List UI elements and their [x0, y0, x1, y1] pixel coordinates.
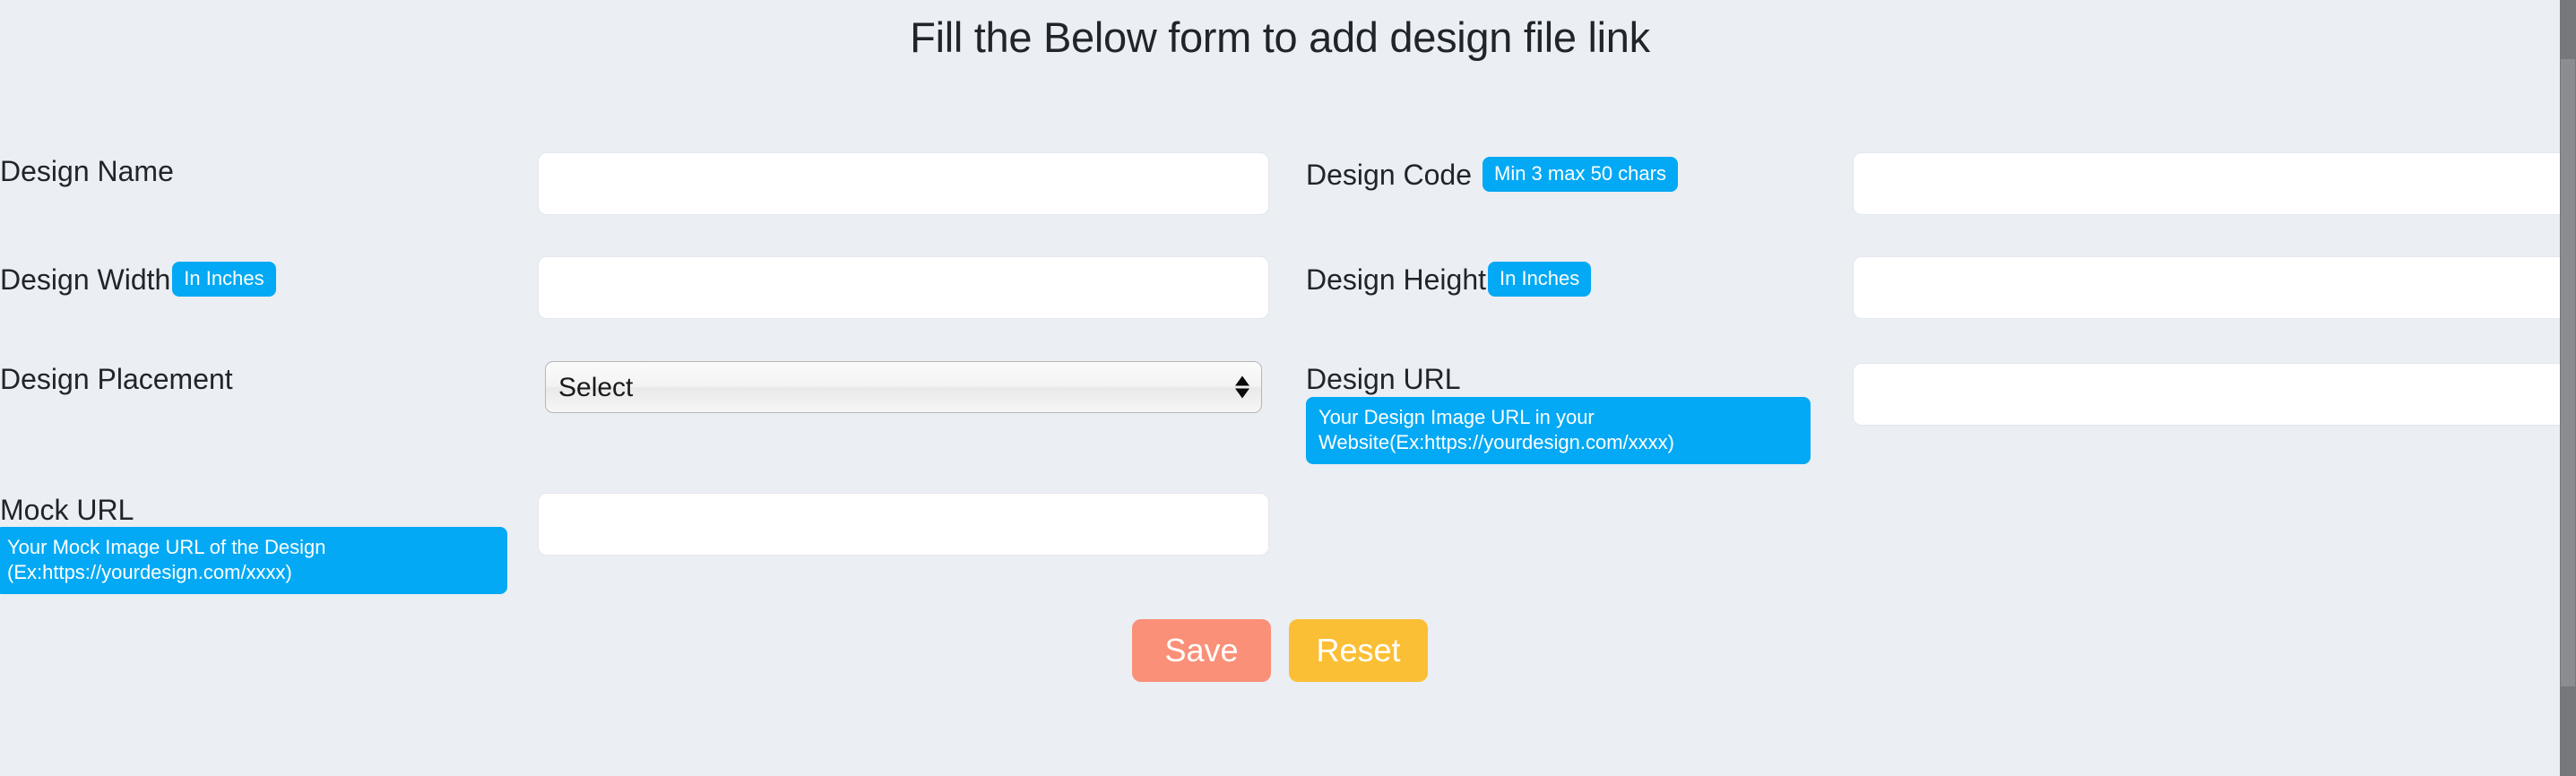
- form-actions: Save Reset: [0, 619, 2560, 682]
- design-file-link-form: Design Name Design Code Min 3 max 50 cha…: [0, 0, 2576, 776]
- label-design-width-text: Design Width: [0, 263, 171, 296]
- save-button[interactable]: Save: [1132, 619, 1271, 682]
- design-width-input[interactable]: [538, 256, 1269, 319]
- design-placement-select[interactable]: Select: [545, 361, 1262, 413]
- label-design-url-text: Design URL: [1306, 363, 1461, 395]
- label-design-width: Design Width In Inches: [0, 262, 276, 297]
- label-design-name-text: Design Name: [0, 155, 174, 187]
- reset-button[interactable]: Reset: [1289, 619, 1428, 682]
- design-name-input[interactable]: [538, 152, 1269, 215]
- design-height-input[interactable]: [1853, 256, 2576, 319]
- design-code-input[interactable]: [1853, 152, 2576, 215]
- label-design-height-text: Design Height: [1306, 263, 1486, 296]
- design-width-badge: In Inches: [172, 262, 276, 297]
- label-design-code-text: Design Code: [1306, 158, 1472, 191]
- mock-url-hint: Your Mock Image URL of the Design (Ex:ht…: [0, 527, 507, 595]
- label-mock-url-text: Mock URL: [0, 494, 134, 526]
- label-design-placement: Design Placement: [0, 365, 233, 393]
- label-design-height: Design Height In Inches: [1306, 262, 1592, 297]
- vertical-scrollbar-thumb[interactable]: [2561, 59, 2575, 686]
- page-root: Fill the Below form to add design file l…: [0, 0, 2576, 776]
- label-design-url: Design URL: [1306, 365, 1461, 393]
- design-url-input[interactable]: [1853, 363, 2576, 426]
- mock-url-input[interactable]: [538, 493, 1269, 556]
- design-placement-select-wrapper[interactable]: Select: [545, 361, 1262, 413]
- label-mock-url: Mock URL: [0, 496, 134, 524]
- vertical-scrollbar-track[interactable]: [2560, 0, 2576, 776]
- design-height-badge: In Inches: [1488, 262, 1592, 297]
- design-url-hint: Your Design Image URL in your Website(Ex…: [1306, 397, 1811, 465]
- label-design-placement-text: Design Placement: [0, 363, 233, 395]
- label-design-code: Design Code Min 3 max 50 chars: [1306, 157, 1678, 193]
- design-code-badge: Min 3 max 50 chars: [1482, 157, 1678, 193]
- label-design-name: Design Name: [0, 157, 174, 185]
